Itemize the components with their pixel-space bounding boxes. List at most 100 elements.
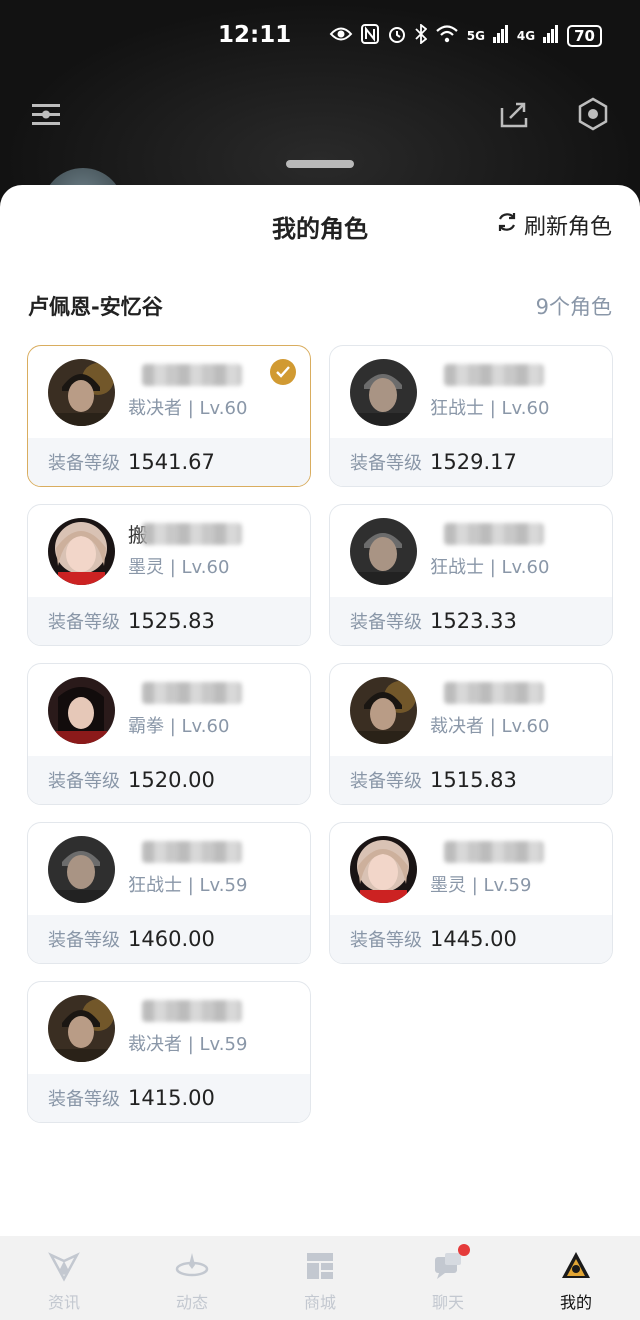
character-name: [128, 678, 248, 706]
gear-score-row: 装备等级 1541.67: [28, 438, 310, 486]
card-header: 狂战士 | Lv.60: [330, 505, 612, 598]
tab-profile[interactable]: 我的: [512, 1236, 640, 1320]
card-header: 狂战士 | Lv.59: [28, 823, 310, 916]
character-avatar: [48, 677, 115, 744]
character-avatar: [48, 359, 115, 426]
status-time: 12:11: [218, 22, 292, 48]
share-icon[interactable]: [496, 96, 532, 132]
tab-label: 我的: [559, 1293, 592, 1312]
gear-score-value: 1529.17: [430, 450, 517, 474]
tab-chat[interactable]: 聊天: [384, 1236, 512, 1320]
tab-label: 聊天: [431, 1293, 464, 1312]
character-class-level: 裁决者 | Lv.59: [128, 1034, 248, 1055]
tab-label: 动态: [175, 1293, 208, 1312]
gear-score-value: 1523.33: [430, 609, 517, 633]
profile-icon: [558, 1248, 594, 1284]
feed-icon: [174, 1248, 210, 1284]
character-class-level: 裁决者 | Lv.60: [430, 716, 550, 737]
character-name: 搬: [128, 519, 248, 547]
character-card[interactable]: 裁决者 | Lv.60 装备等级 1515.83: [329, 663, 613, 805]
refresh-characters-button[interactable]: 刷新角色: [496, 209, 612, 241]
card-header: 狂战士 | Lv.60: [330, 346, 612, 439]
settings-hexagon-icon[interactable]: [575, 96, 611, 132]
gear-score-label: 装备等级: [350, 771, 422, 792]
card-header: 霸拳 | Lv.60: [28, 664, 310, 757]
character-class-level: 裁决者 | Lv.60: [128, 398, 248, 419]
signal-5g-icon: [492, 25, 509, 47]
status-bar: 12:11 5G 4G 70: [0, 0, 640, 76]
character-avatar: [48, 995, 115, 1062]
gear-score-value: 1460.00: [128, 927, 215, 951]
character-card[interactable]: 墨灵 | Lv.59 装备等级 1445.00: [329, 822, 613, 964]
nfc-icon: [360, 24, 379, 48]
server-name: 卢佩恩-安忆谷: [28, 295, 163, 319]
character-name-blurred: [142, 1000, 242, 1022]
gear-score-label: 装备等级: [48, 612, 120, 633]
character-card[interactable]: 搬墨灵 | Lv.60 装备等级 1525.83: [27, 504, 311, 646]
status-icons: 5G 4G 70: [329, 23, 602, 48]
tab-store[interactable]: 商城: [256, 1236, 384, 1320]
character-card[interactable]: 裁决者 | Lv.60 装备等级 1541.67: [27, 345, 311, 487]
character-name: [128, 360, 248, 388]
bottom-tab-bar: 资讯 动态 商城 聊天 我的: [0, 1236, 640, 1320]
gear-score-label: 装备等级: [48, 453, 120, 474]
character-class-level: 狂战士 | Lv.60: [430, 557, 550, 578]
wifi-icon: [435, 25, 459, 47]
character-name-blurred: [444, 841, 544, 863]
signal-5g-label: 5G: [466, 29, 485, 43]
character-avatar: [350, 677, 417, 744]
gear-score-label: 装备等级: [350, 453, 422, 474]
gear-score-value: 1445.00: [430, 927, 517, 951]
gear-score-value: 1415.00: [128, 1086, 215, 1110]
character-sheet: 我的角色 刷新角色 卢佩恩-安忆谷 9个角色 裁决者 | Lv.60 装备等级 15…: [0, 185, 640, 1320]
tab-label: 商城: [303, 1293, 336, 1312]
character-name-blurred: [142, 841, 242, 863]
gear-score-label: 装备等级: [48, 930, 120, 951]
character-card[interactable]: 狂战士 | Lv.60 装备等级 1529.17: [329, 345, 613, 487]
character-class-level: 狂战士 | Lv.59: [128, 875, 248, 896]
character-name-blurred: [142, 364, 242, 386]
menu-icon[interactable]: [28, 96, 64, 132]
signal-4g-label: 4G: [516, 29, 536, 43]
gear-score-row: 装备等级 1525.83: [28, 597, 310, 645]
character-name-blurred: [444, 364, 544, 386]
character-avatar: [350, 836, 417, 903]
tab-news[interactable]: 资讯: [0, 1236, 128, 1320]
character-card[interactable]: 狂战士 | Lv.60 装备等级 1523.33: [329, 504, 613, 646]
gear-score-row: 装备等级 1529.17: [330, 438, 612, 486]
character-name-blurred: [142, 682, 242, 704]
tab-feed[interactable]: 动态: [128, 1236, 256, 1320]
character-class-level: 墨灵 | Lv.59: [430, 875, 532, 896]
gear-score-label: 装备等级: [350, 930, 422, 951]
store-icon: [302, 1248, 338, 1284]
refresh-label: 刷新角色: [523, 215, 612, 240]
gear-score-label: 装备等级: [48, 1089, 120, 1110]
character-grid: 裁决者 | Lv.60 装备等级 1541.67 狂战士 | Lv.60 装备等级 152…: [27, 345, 613, 1123]
card-header: 搬墨灵 | Lv.60: [28, 505, 310, 598]
notification-badge: [458, 1244, 470, 1256]
character-name-blurred: [142, 523, 242, 545]
alarm-icon: [387, 24, 407, 48]
character-name: [430, 360, 550, 388]
character-name: [430, 837, 550, 865]
refresh-icon: [496, 211, 518, 239]
character-avatar: [350, 518, 417, 585]
news-icon: [46, 1248, 82, 1284]
gear-score-row: 装备等级 1460.00: [28, 915, 310, 963]
character-card[interactable]: 裁决者 | Lv.59 装备等级 1415.00: [27, 981, 311, 1123]
gear-score-value: 1525.83: [128, 609, 215, 633]
card-header: 裁决者 | Lv.60: [28, 346, 310, 439]
character-avatar: [48, 518, 115, 585]
character-card[interactable]: 狂战士 | Lv.59 装备等级 1460.00: [27, 822, 311, 964]
gear-score-row: 装备等级 1515.83: [330, 756, 612, 804]
sheet-drag-handle[interactable]: [286, 160, 354, 168]
character-avatar: [350, 359, 417, 426]
character-card[interactable]: 霸拳 | Lv.60 装备等级 1520.00: [27, 663, 311, 805]
gear-score-row: 装备等级 1445.00: [330, 915, 612, 963]
gear-score-label: 装备等级: [48, 771, 120, 792]
gear-score-label: 装备等级: [350, 612, 422, 633]
character-class-level: 墨灵 | Lv.60: [128, 557, 230, 578]
character-name: [128, 837, 248, 865]
gear-score-row: 装备等级 1523.33: [330, 597, 612, 645]
selected-check-icon: [270, 359, 296, 385]
